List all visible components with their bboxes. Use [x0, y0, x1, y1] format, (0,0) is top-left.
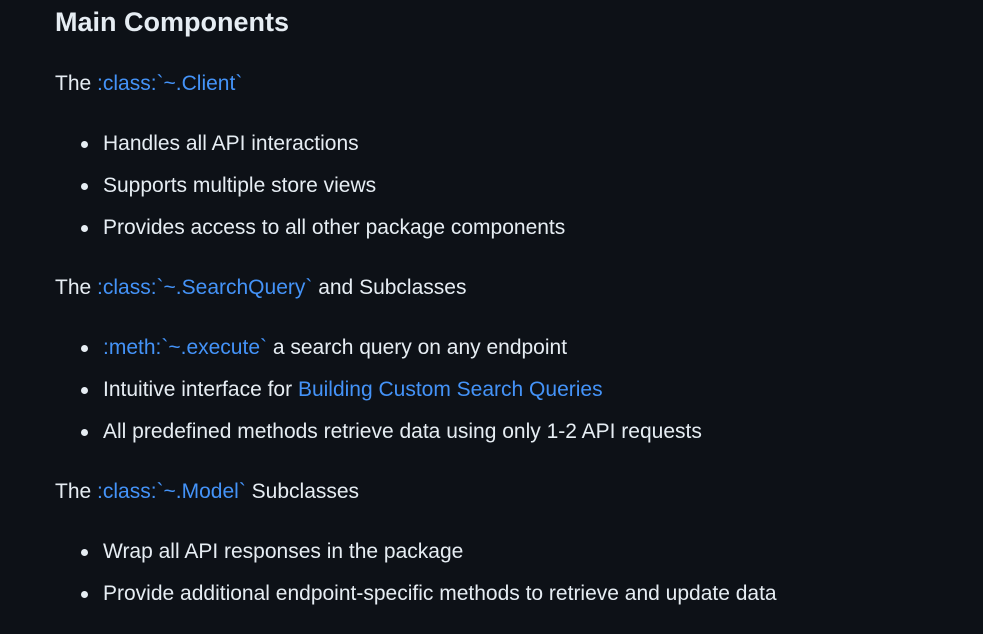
client-class-link[interactable]: :class:`~.Client`	[97, 72, 242, 95]
list-item: Intuitive interface for Building Custom …	[81, 369, 603, 411]
list-item: Provide additional endpoint-specific met…	[81, 573, 777, 615]
list-item: Supports multiple store views	[80, 165, 376, 207]
intro-text: The	[55, 480, 98, 503]
searchquery-paragraph: The :class:`~.SearchQuery` and Subclasse…	[55, 267, 466, 309]
building-custom-search-queries-link[interactable]: Building Custom Search Queries	[298, 378, 603, 401]
intro-suffix: Subclasses	[245, 480, 360, 503]
item-text: a search query on any endpoint	[267, 336, 568, 359]
list-item: All predefined methods retrieve data usi…	[81, 411, 702, 453]
list-item: :meth:`~.execute` a search query on any …	[80, 327, 568, 369]
list-item: Handles all API interactions	[81, 123, 359, 165]
intro-suffix: and Subclasses	[312, 276, 467, 299]
model-class-link[interactable]: :class:`~.Model`	[97, 480, 246, 503]
list-item: Wrap all API responses in the package	[80, 531, 463, 573]
list-item: Provides access to all other package com…	[80, 207, 565, 249]
intro-text: The	[55, 72, 98, 95]
client-paragraph: The :class:`~.Client`	[55, 63, 242, 105]
searchquery-class-link[interactable]: :class:`~.SearchQuery`	[97, 276, 312, 299]
intro-text: The	[55, 276, 98, 299]
item-text: Intuitive interface for	[103, 378, 298, 401]
execute-method-link[interactable]: :meth:`~.execute`	[103, 336, 267, 359]
model-paragraph: The :class:`~.Model` Subclasses	[55, 471, 359, 513]
section-heading: Main Components	[55, 7, 289, 37]
